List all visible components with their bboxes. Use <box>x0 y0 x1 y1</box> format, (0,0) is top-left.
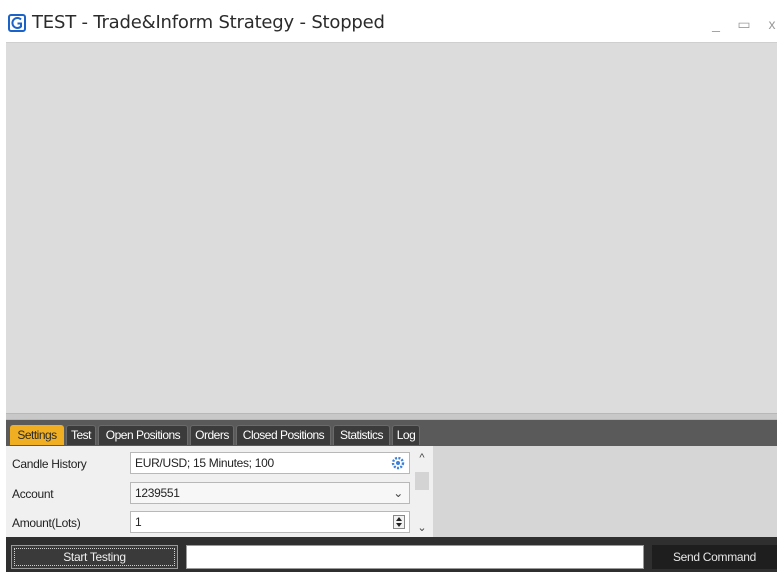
settings-scrollbar[interactable]: ^ ⌄ <box>413 450 431 536</box>
settings-side-area <box>433 446 777 537</box>
maximize-button[interactable]: ▭ <box>734 14 754 34</box>
tab-log[interactable]: Log <box>392 425 420 445</box>
tab-open-positions[interactable]: Open Positions <box>98 425 188 445</box>
amount-stepper[interactable]: 1 <box>130 511 410 533</box>
candle-history-label: Candle History <box>12 457 87 471</box>
command-input[interactable] <box>186 545 644 569</box>
tab-statistics[interactable]: Statistics <box>333 425 390 445</box>
tab-closed-positions[interactable]: Closed Positions <box>236 425 331 445</box>
tab-settings[interactable]: Settings <box>10 425 64 445</box>
bottom-toolbar: Start Testing Send Command <box>6 537 777 572</box>
send-command-button[interactable]: Send Command <box>652 545 777 569</box>
chart-area <box>6 43 777 413</box>
settings-panel: Candle History EUR/USD; 15 Minutes; 100 … <box>6 446 777 537</box>
app-logo-icon <box>8 14 26 32</box>
chevron-down-icon[interactable]: ⌄ <box>393 483 403 503</box>
amount-value: 1 <box>135 515 142 529</box>
tab-strip: Settings Test Open Positions Orders Clos… <box>6 420 777 446</box>
start-testing-button[interactable]: Start Testing <box>11 545 178 569</box>
tab-orders[interactable]: Orders <box>190 425 234 445</box>
scrollbar-thumb[interactable] <box>415 472 429 490</box>
account-select[interactable]: 1239551 ⌄ <box>130 482 410 504</box>
title-bar[interactable]: TEST - Trade&Inform Strategy - Stopped _… <box>6 6 777 43</box>
strategy-window: TEST - Trade&Inform Strategy - Stopped _… <box>6 6 777 572</box>
account-value: 1239551 <box>135 486 180 500</box>
tab-test[interactable]: Test <box>66 425 96 445</box>
gear-icon[interactable] <box>391 456 405 470</box>
spinner-icon[interactable] <box>393 515 405 529</box>
candle-history-value: EUR/USD; 15 Minutes; 100 <box>135 456 274 470</box>
amount-label: Amount(Lots) <box>12 516 81 530</box>
account-label: Account <box>12 487 54 501</box>
window-title: TEST - Trade&Inform Strategy - Stopped <box>32 12 385 33</box>
scroll-up-icon[interactable]: ^ <box>416 452 428 464</box>
panel-splitter[interactable] <box>6 413 777 420</box>
scroll-down-icon[interactable]: ⌄ <box>416 522 428 534</box>
candle-history-field[interactable]: EUR/USD; 15 Minutes; 100 <box>130 452 410 474</box>
focus-outline <box>14 548 175 566</box>
close-button[interactable]: x <box>762 14 777 34</box>
minimize-button[interactable]: _ <box>706 14 726 34</box>
